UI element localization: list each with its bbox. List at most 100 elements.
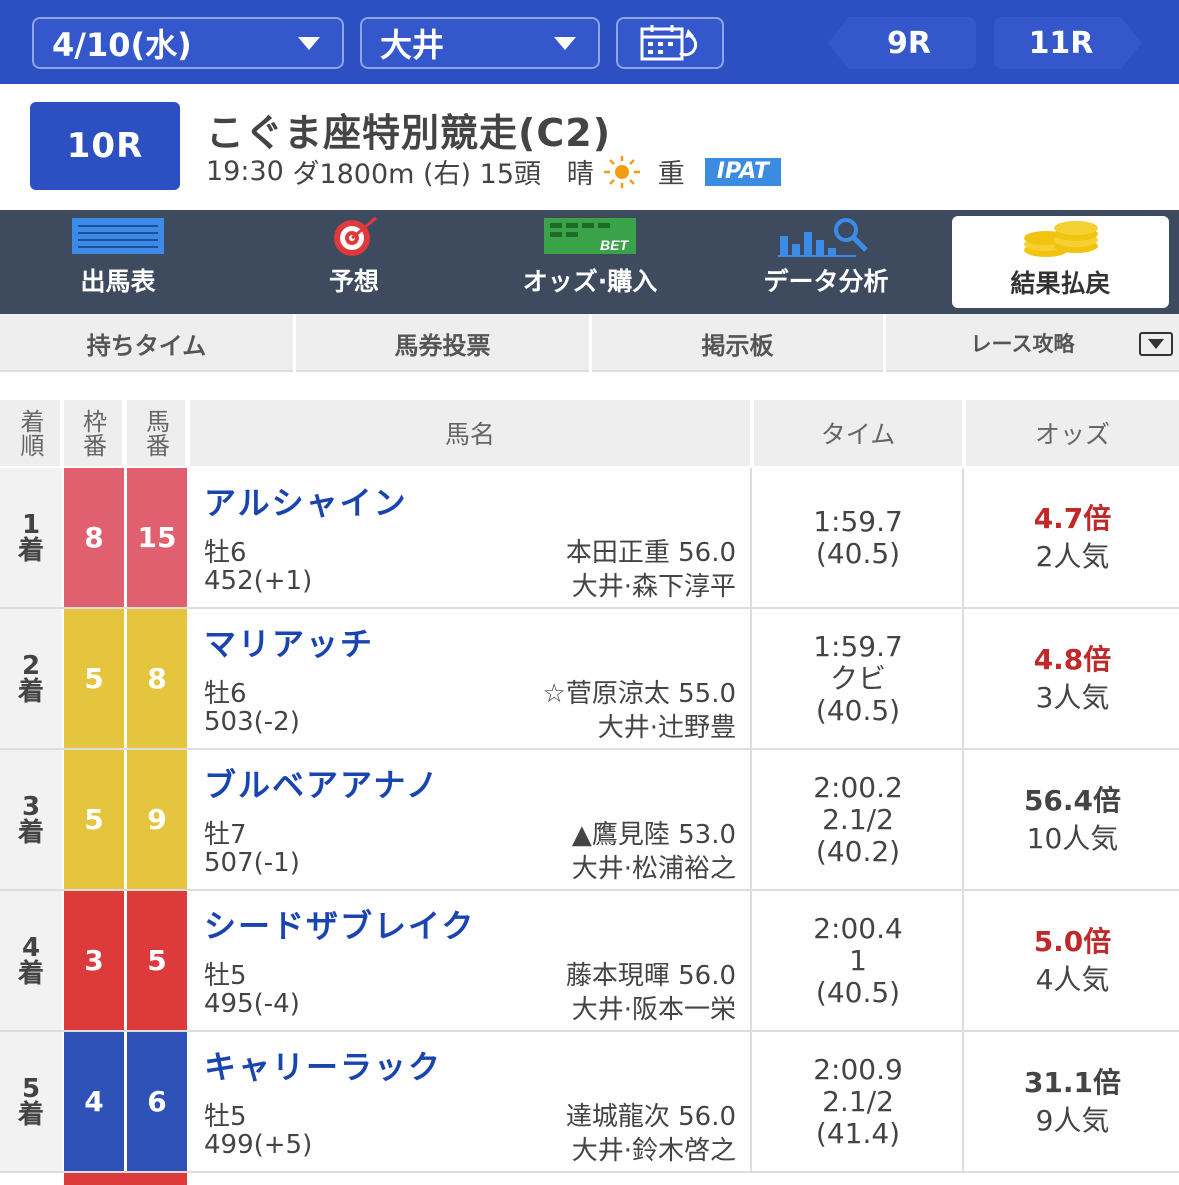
finish-position-suffix: 着 <box>17 535 44 566</box>
odds-cell: 5.0倍 4人気 <box>966 891 1179 1030</box>
venue-select-value: 大井 <box>380 26 445 64</box>
finish-time: 1:59.7 <box>813 629 903 663</box>
odds-cell: 31.1倍 9人気 <box>966 1032 1179 1171</box>
finish-time: 2:00.2 <box>813 770 903 804</box>
horse-name[interactable]: ブルベアアナノ <box>204 760 440 806</box>
table-row[interactable]: 1 着 8 15 アルシャイン 牡6 本田正重 56.0 452(+1) 大井·森下淳平 1:59… <box>0 468 1179 609</box>
date-select-value: 4/10(水) <box>52 26 192 64</box>
odds-value: 56.4倍 <box>1023 783 1122 817</box>
margin: 2.1/2 <box>822 1084 894 1118</box>
last-3f: (41.4) <box>815 1116 901 1150</box>
next-race-button[interactable]: 11R <box>994 17 1142 69</box>
sub-tab-mochi-time[interactable]: 持ちタイム <box>0 314 296 372</box>
jockey-weight[interactable]: 藤本現暉 56.0 <box>566 955 736 992</box>
header-name: 馬名 <box>190 400 752 466</box>
chevron-down-icon <box>554 37 576 50</box>
header-uma: 馬番 <box>127 400 187 466</box>
tab-race-card[interactable]: 出馬表 <box>0 210 236 314</box>
sub-nav: 持ちタイム 馬券投票 掲示板 レース攻略 <box>0 314 1179 372</box>
popularity: 10人気 <box>1026 821 1119 855</box>
bet-icon: BET <box>544 218 636 254</box>
svg-text:BET: BET <box>600 237 629 253</box>
last-3f: (40.5) <box>815 975 901 1009</box>
horse-info: キャリーラック 牡5 達城龍次 56.0 499(+5) 大井·鈴木啓之 <box>190 1032 752 1171</box>
race-strategy-label: レース攻略 <box>970 332 1075 356</box>
finish-position-suffix: 着 <box>17 1099 44 1130</box>
odds-cell: 4.7倍 2人気 <box>966 468 1179 607</box>
trainer[interactable]: 大井·鈴木啓之 <box>572 1130 736 1167</box>
tab-results-payout[interactable]: 結果払戻 <box>952 216 1169 308</box>
race-card-icon <box>72 218 164 254</box>
tab-odds-purchase[interactable]: BET オッズ·購入 <box>472 210 708 314</box>
header-pos: 着順 <box>0 400 62 466</box>
finish-position-number: 4 <box>21 932 41 963</box>
jockey-weight[interactable]: 本田正重 56.0 <box>566 532 736 569</box>
horse-number: 6 <box>127 1032 187 1171</box>
jockey-weight[interactable]: 達城龍次 56.0 <box>566 1096 736 1133</box>
dropdown-icon <box>1139 332 1173 356</box>
horse-name[interactable]: シードザブレイク <box>204 901 475 947</box>
odds-cell: 4.8倍 3人気 <box>966 609 1179 748</box>
horse-name[interactable]: アルシャイン <box>204 478 408 524</box>
table-row[interactable]: 2 着 5 8 マリアッチ 牡6 ☆菅原涼太 55.0 503(-2) 大井·辻野豊 1:59.7… <box>0 609 1179 750</box>
trainer[interactable]: 大井·阪本一栄 <box>572 989 736 1026</box>
jockey-weight[interactable]: ▲鷹見陸 53.0 <box>572 814 736 851</box>
table-row[interactable]: 3 着 5 9 ブルベアアナノ 牡7 ▲鷹見陸 53.0 507(-1) 大井·松浦裕之 2:00… <box>0 750 1179 891</box>
horse-info: ブルベアアナノ 牡7 ▲鷹見陸 53.0 507(-1) 大井·松浦裕之 <box>190 750 752 889</box>
coins-icon <box>1023 221 1098 257</box>
header-pos-label: 着順 <box>16 409 44 457</box>
sub-tab-race-strategy[interactable]: レース攻略 <box>886 314 1179 372</box>
prev-race-button[interactable]: 9R <box>828 17 976 69</box>
sub-tab-bulletin[interactable]: 掲示板 <box>592 314 886 372</box>
time-cell: 1:59.7 クビ (40.5) <box>754 609 964 748</box>
trainer[interactable]: 大井·森下淳平 <box>572 566 736 603</box>
tab-odds-purchase-label: オッズ·購入 <box>522 267 658 296</box>
finish-time: 1:59.7 <box>813 504 903 538</box>
horse-weight: 507(-1) <box>204 848 300 878</box>
sex-age: 牡5 <box>204 961 247 991</box>
horse-number: 8 <box>127 609 187 748</box>
horse-name[interactable]: キャリーラック <box>204 1042 442 1088</box>
trainer[interactable]: 大井·辻野豊 <box>598 707 736 744</box>
horse-weight: 503(-2) <box>204 707 300 737</box>
main-nav: 出馬表 予想 BET オッズ·購入 データ分析 結果払戻 <box>0 210 1179 314</box>
calendar-button[interactable] <box>616 17 724 69</box>
time-cell: 1:59.7 (40.5) <box>754 468 964 607</box>
last-3f: (40.5) <box>815 693 901 727</box>
odds-value: 31.1倍 <box>1023 1065 1122 1099</box>
trainer[interactable]: 大井·松浦裕之 <box>572 848 736 885</box>
sun-icon <box>603 155 640 188</box>
finish-position-number: 1 <box>21 509 41 540</box>
jockey-weight[interactable]: ☆菅原涼太 55.0 <box>543 673 736 710</box>
venue-select[interactable]: 大井 <box>360 17 600 69</box>
horse-name[interactable]: マリアッチ <box>204 619 374 665</box>
tab-prediction-label: 予想 <box>328 267 379 296</box>
odds-value: 5.0倍 <box>1033 924 1112 958</box>
odds-cell: 56.4倍 10人気 <box>966 750 1179 889</box>
table-row[interactable]: 5 着 4 6 キャリーラック 牡5 達城龍次 56.0 499(+5) 大井·鈴木啓之 2:00… <box>0 1032 1179 1173</box>
race-time: 19:30 <box>206 156 284 187</box>
header-time: タイム <box>754 400 964 466</box>
horse-weight: 499(+5) <box>204 1130 313 1160</box>
tab-data-analysis[interactable]: データ分析 <box>708 210 944 314</box>
popularity: 4人気 <box>1035 962 1110 996</box>
sex-age: 牡6 <box>204 538 247 568</box>
margin: クビ <box>829 661 886 695</box>
header-waku: 枠番 <box>64 400 124 466</box>
sub-tab-betting[interactable]: 馬券投票 <box>296 314 592 372</box>
time-cell: 2:00.2 2.1/2 (40.2) <box>754 750 964 889</box>
horse-info: マリアッチ 牡6 ☆菅原涼太 55.0 503(-2) 大井·辻野豊 <box>190 609 752 748</box>
last-3f: (40.5) <box>815 536 901 570</box>
race-info: 10R こぐま座特別競走(C2) 19:30 ダ1800m (右) 15頭 晴 … <box>0 84 1179 210</box>
date-select[interactable]: 4/10(水) <box>32 17 344 69</box>
table-row[interactable]: 4 着 3 5 シードザブレイク 牡5 藤本現暉 56.0 495(-4) 大井·阪本一栄 2:0… <box>0 891 1179 1032</box>
popularity: 9人気 <box>1035 1103 1110 1137</box>
popularity: 3人気 <box>1035 680 1110 714</box>
finish-position-number: 2 <box>21 650 41 681</box>
finish-position-suffix: 着 <box>17 676 44 707</box>
finish-time: 2:00.4 <box>813 911 903 945</box>
header-waku-label: 枠番 <box>78 409 107 457</box>
tab-results-payout-label: 結果払戻 <box>1010 269 1111 298</box>
tab-prediction[interactable]: 予想 <box>236 210 472 314</box>
margin: 2.1/2 <box>822 802 894 836</box>
